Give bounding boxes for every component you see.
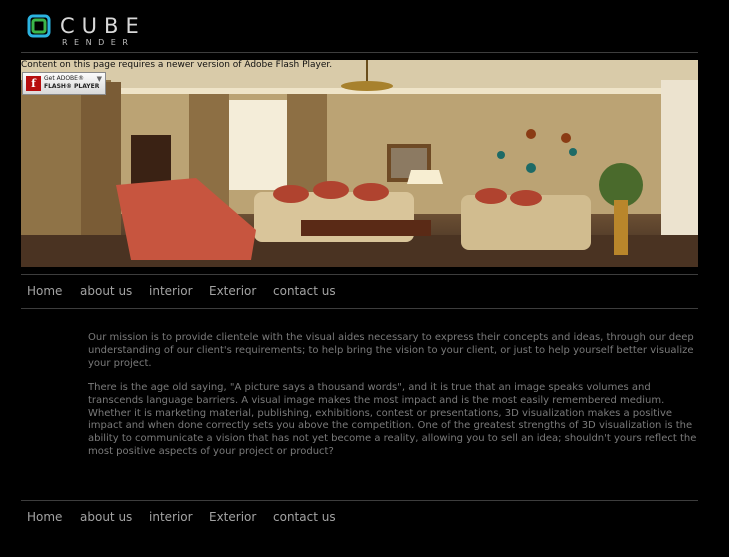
- nav-exterior[interactable]: Exterior: [209, 284, 256, 298]
- footer-nav-home[interactable]: Home: [27, 510, 62, 524]
- get-flash-player-button[interactable]: f Get ADOBE® FLASH® PLAYER ▼: [22, 72, 106, 95]
- visualization-paragraph: There is the age old saying, "A picture …: [88, 381, 697, 458]
- nav-home[interactable]: Home: [27, 284, 62, 298]
- nav-about-us[interactable]: about us: [80, 284, 132, 298]
- footer-nav-interior[interactable]: interior: [149, 510, 193, 524]
- footer-nav-about-us[interactable]: about us: [80, 510, 132, 524]
- flash-badge-line2: FLASH® PLAYER: [44, 83, 100, 90]
- site-logo[interactable]: CUBE RENDER: [27, 14, 157, 47]
- flash-required-message: Content on this page requires a newer ve…: [21, 60, 333, 70]
- footer-nav-contact-us[interactable]: contact us: [273, 510, 336, 524]
- footer-divider: [21, 500, 698, 501]
- brand-tagline: RENDER: [62, 38, 135, 47]
- cube-logo-icon: [27, 14, 51, 38]
- hero-banner-image: [21, 60, 698, 267]
- nav-contact-us[interactable]: contact us: [273, 284, 336, 298]
- mission-text: Our mission is to provide clientele with…: [88, 332, 700, 470]
- download-arrow-icon: ▼: [96, 75, 102, 83]
- footer-nav-exterior[interactable]: Exterior: [209, 510, 256, 524]
- flash-player-icon: f: [26, 76, 41, 91]
- mission-paragraph: Our mission is to provide clientele with…: [88, 332, 694, 369]
- header-divider: [21, 52, 698, 53]
- nav-interior[interactable]: interior: [149, 284, 193, 298]
- interior-render-illustration: [21, 60, 698, 267]
- brand-name: CUBE: [60, 14, 146, 38]
- flash-badge-line1: Get ADOBE®: [44, 75, 84, 82]
- banner-bottom-divider: [21, 274, 698, 275]
- nav-divider: [21, 308, 698, 309]
